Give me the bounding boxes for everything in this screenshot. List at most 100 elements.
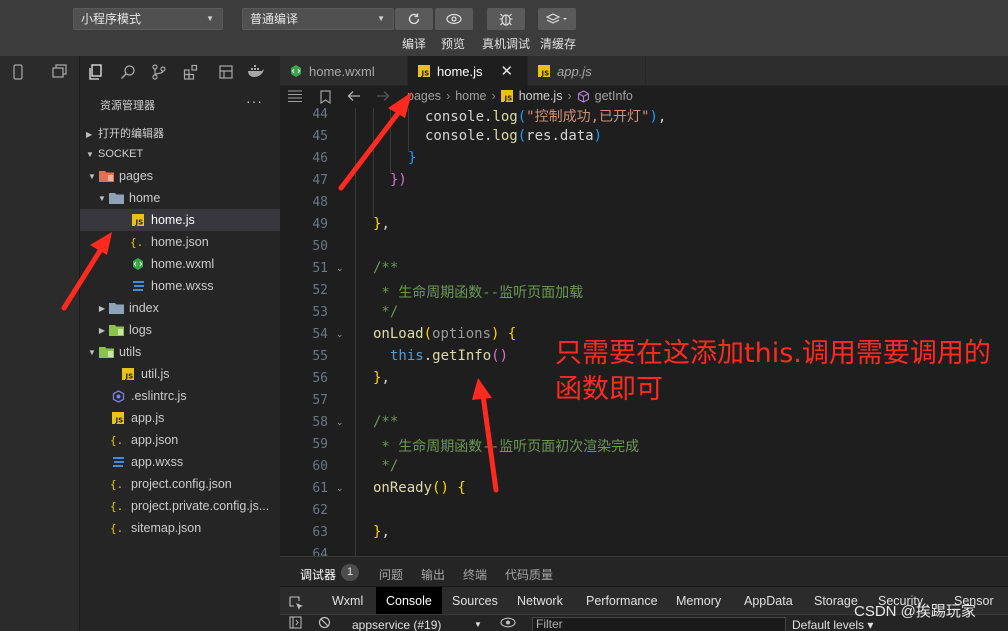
code-line-47: }) <box>390 172 407 188</box>
tree-item[interactable]: {..} home.json <box>80 231 280 253</box>
tree-item-label: sitemap.json <box>131 521 202 535</box>
tab-home-js[interactable]: JS home.js ✕ <box>408 56 528 86</box>
bookmark-icon[interactable] <box>320 90 331 107</box>
layout-icon[interactable] <box>218 64 234 83</box>
eye-icon[interactable] <box>500 617 516 631</box>
phone-icon[interactable] <box>12 64 24 83</box>
fold-chevron-icon[interactable]: ⌄ <box>336 329 344 340</box>
tree-item[interactable]: {..} sitemap.json <box>80 517 280 539</box>
svg-text:{..}: {..} <box>110 500 126 512</box>
tab-home-wxml[interactable]: home.wxml <box>280 56 408 86</box>
tree-item-label: .eslintrc.js <box>131 389 187 403</box>
tree-item-label: project.config.json <box>131 477 232 491</box>
tab-label: home.js <box>437 63 483 79</box>
breadcrumb-pages[interactable]: pages <box>407 89 441 103</box>
tab-terminal[interactable]: 终端 <box>463 566 487 583</box>
code-line-52: * 生命周期函数--监听页面加载 <box>373 285 584 301</box>
list-icon[interactable] <box>288 90 302 105</box>
devtools-tab-appdata[interactable]: AppData <box>744 587 793 615</box>
line-number: 51 <box>312 261 328 276</box>
explorer-title: 资源管理器 <box>100 100 155 112</box>
tree-item[interactable]: .eslintrc.js <box>80 385 280 407</box>
inspect-element-icon[interactable] <box>289 593 304 610</box>
tree-item[interactable]: ▼ utils <box>80 341 280 363</box>
line-number: 56 <box>312 371 328 386</box>
devtools-tab-memory[interactable]: Memory <box>676 587 721 615</box>
context-select[interactable]: appservice (#19) <box>352 618 441 631</box>
tab-output[interactable]: 输出 <box>421 566 445 583</box>
code-line-59: * 生命周期函数--监听页面初次渲染完成 <box>373 439 640 455</box>
sidebar-toggle-icon[interactable] <box>289 616 302 631</box>
tree-item[interactable]: {..} project.config.json <box>80 473 280 495</box>
watermark: CSDN @挨踢玩家 <box>854 603 976 620</box>
svg-text:JS: JS <box>421 70 430 78</box>
preview-button[interactable] <box>435 8 473 30</box>
extensions-icon[interactable] <box>183 64 199 83</box>
tree-item[interactable]: ▼ home <box>80 187 280 209</box>
tree-item[interactable]: {..} app.json <box>80 429 280 451</box>
real-device-debug-button[interactable] <box>487 8 525 30</box>
code-editor[interactable]: 44 45 46 47 48 49 50 51 52 53 54 55 56 57 58 59 60 61 62 63… <box>280 108 1008 556</box>
tree-item[interactable]: ▶ index <box>80 297 280 319</box>
open-editors-section[interactable]: ▶ 打开的编辑器 <box>86 125 164 141</box>
more-actions-icon[interactable]: ··· <box>246 93 263 109</box>
devtools-tab-wxml[interactable]: Wxml <box>332 587 363 615</box>
files-icon[interactable] <box>88 64 104 83</box>
line-number: 55 <box>312 349 328 364</box>
tree-item[interactable]: ▼ pages <box>80 165 280 187</box>
fold-chevron-icon[interactable]: ⌄ <box>336 263 344 274</box>
tree-item[interactable]: {..} project.private.config.js... <box>80 495 280 517</box>
tree-item[interactable]: home.wxml <box>80 253 280 275</box>
devtools-tab-performance[interactable]: Performance <box>586 587 658 615</box>
tab-app-js[interactable]: JS app.js <box>528 56 646 86</box>
tree-item[interactable]: app.wxss <box>80 451 280 473</box>
windows-icon[interactable] <box>52 64 68 81</box>
fold-chevron-icon[interactable]: ⌄ <box>336 483 344 494</box>
js-file-icon: JS <box>418 65 430 77</box>
source-control-icon[interactable] <box>151 64 167 83</box>
close-icon[interactable]: ✕ <box>501 62 514 80</box>
compile-select[interactable]: 普通编译 ▼ <box>242 8 394 30</box>
breadcrumb-symbol[interactable]: getInfo <box>595 89 633 103</box>
svg-text:{..}: {..} <box>110 522 126 534</box>
devtools-tab-sources[interactable]: Sources <box>452 587 498 615</box>
tree-item[interactable]: JS util.js <box>80 363 280 385</box>
compile-label: 编译 <box>402 37 427 51</box>
forward-arrow-icon[interactable] <box>376 90 390 105</box>
devtools-tab-network[interactable]: Network <box>517 587 563 615</box>
devtools-tab-storage[interactable]: Storage <box>814 587 858 615</box>
tab-problems[interactable]: 问题 <box>379 566 403 583</box>
fold-chevron-icon[interactable]: ⌄ <box>336 417 344 428</box>
search-icon[interactable] <box>120 64 136 83</box>
tree-item[interactable]: JS app.js <box>80 407 280 429</box>
chevron-right-icon: ▶ <box>98 303 106 313</box>
wxml-file-icon <box>290 64 302 78</box>
line-number: 45 <box>312 129 328 144</box>
breadcrumb-home[interactable]: home <box>455 89 486 103</box>
tab-debugger[interactable]: 调试器 <box>300 566 337 588</box>
chevron-down-icon: ▼ <box>474 620 482 629</box>
tree-item-label: home.js <box>151 213 195 227</box>
line-number: 64 <box>312 547 328 556</box>
indent-guide <box>355 108 356 556</box>
compile-button[interactable] <box>395 8 433 30</box>
json-file-icon: {..} <box>130 235 146 249</box>
breadcrumb-file[interactable]: home.js <box>519 89 563 103</box>
svg-text:JS: JS <box>541 70 550 78</box>
json-file-icon: {..} <box>110 499 126 513</box>
code-line-58: /** <box>373 414 399 430</box>
console-filter-input[interactable]: Filter <box>532 617 786 631</box>
mode-select[interactable]: 小程序模式 ▼ <box>73 8 223 30</box>
tree-item[interactable]: home.wxss <box>80 275 280 297</box>
devtools-tab-console[interactable]: Console <box>376 587 442 615</box>
docker-icon[interactable] <box>247 64 265 81</box>
tree-item[interactable]: JS home.js <box>80 209 280 231</box>
back-arrow-icon[interactable] <box>347 90 361 105</box>
clear-console-icon[interactable] <box>318 616 331 631</box>
clear-cache-button[interactable] <box>538 8 576 30</box>
tree-item[interactable]: ▶ logs <box>80 319 280 341</box>
project-section[interactable]: ▼ SOCKET <box>86 148 143 160</box>
line-number: 47 <box>312 173 328 188</box>
tab-code-quality[interactable]: 代码质量 <box>505 566 553 583</box>
svg-text:JS: JS <box>135 219 144 227</box>
